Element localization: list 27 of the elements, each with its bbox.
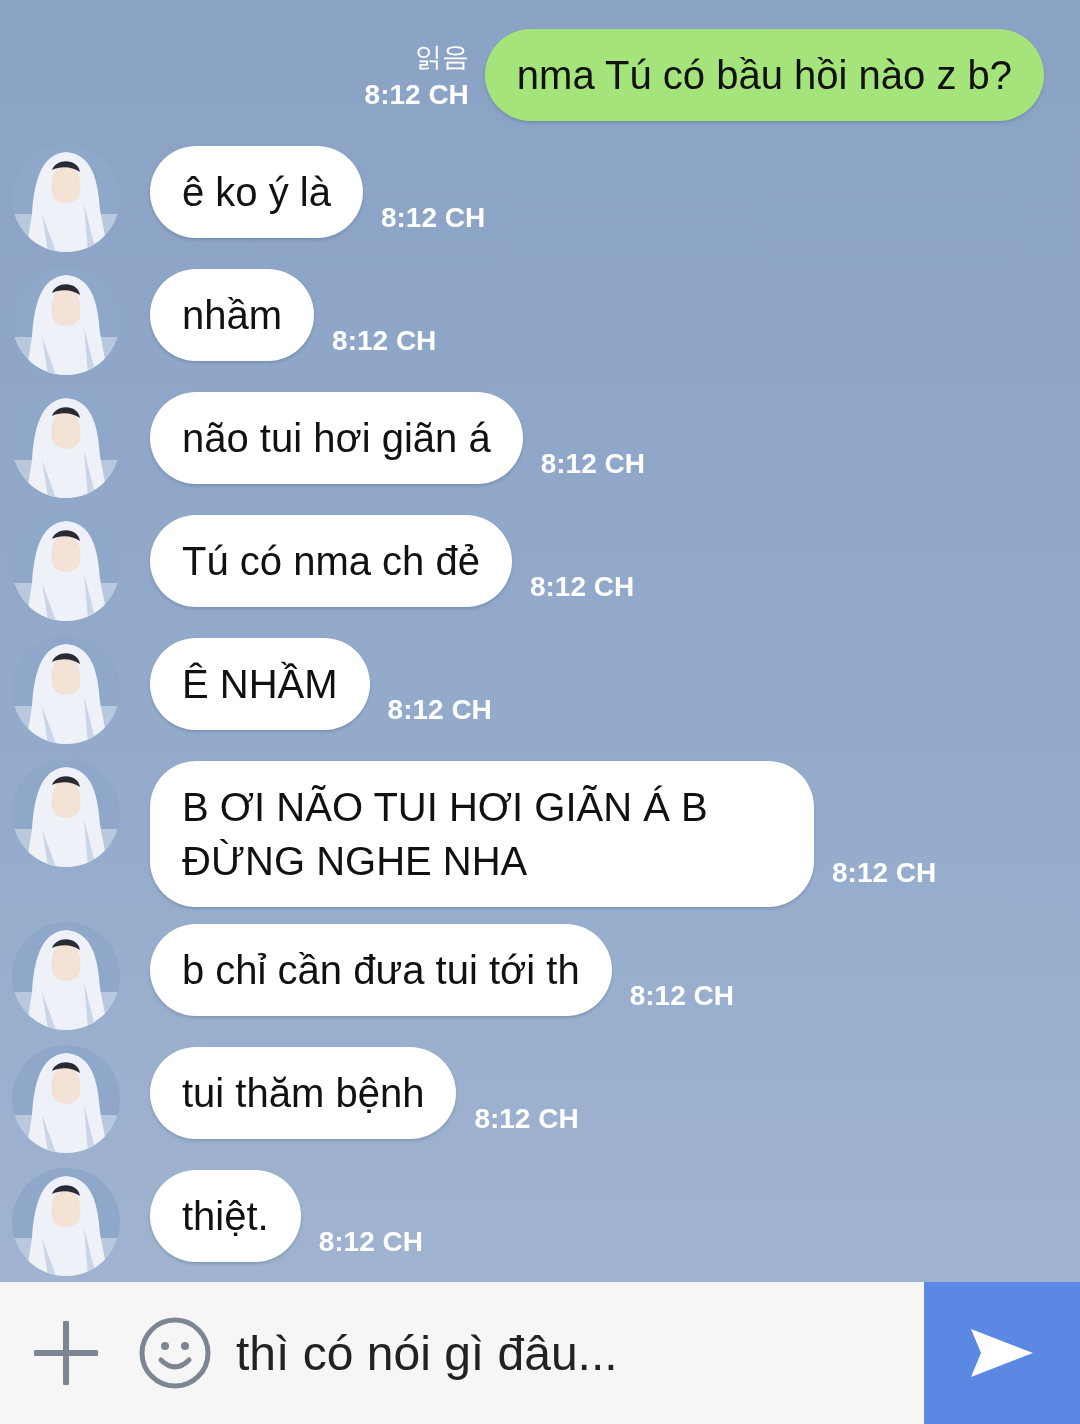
plus-icon [34,1321,98,1385]
message-time: 8:12 CH [380,202,486,235]
message-bubble: não tui hơi giãn á [150,392,523,484]
message-time: 8:12 CH [629,980,734,1013]
read-receipt: 읽음 [414,41,469,74]
send-button[interactable] [924,1282,1080,1424]
message-input-field[interactable]: thì có nói gì đâu... [212,1282,924,1424]
message-time: 8:12 CH [474,1103,579,1136]
message-time: 8:12 CH [529,571,635,604]
message-time: 8:12 CH [318,1226,423,1259]
message-bubble: B ƠI NÃO TUI HƠI GIÃN Á B ĐỪNG NGHE NHA [150,761,814,907]
message-bubble: nma Tú có bầu hồi nào z b? [484,29,1044,121]
message-bubble: nhầm [150,269,315,361]
smiley-icon [138,1316,212,1390]
message-bubble: thiệt. [150,1170,301,1262]
message-bubble: Ê NHẦM [150,638,370,730]
add-button[interactable] [0,1282,98,1424]
message-time: 8:12 CH [540,448,645,481]
message-bubble: tui thăm bệnh [150,1047,457,1139]
send-icon [969,1327,1035,1379]
message-time: 8:12 CH [387,694,492,727]
message-bubble: Tú có nma ch đẻ [150,515,512,607]
message-time: 8:12 CH [832,857,937,890]
message-bubble: ê ko ý là [150,146,363,238]
message-time: 8:12 CH [332,325,437,358]
message-time: 8:12 CH [364,79,469,111]
message-bubble: b chỉ cần đưa tui tới th [150,924,612,1016]
